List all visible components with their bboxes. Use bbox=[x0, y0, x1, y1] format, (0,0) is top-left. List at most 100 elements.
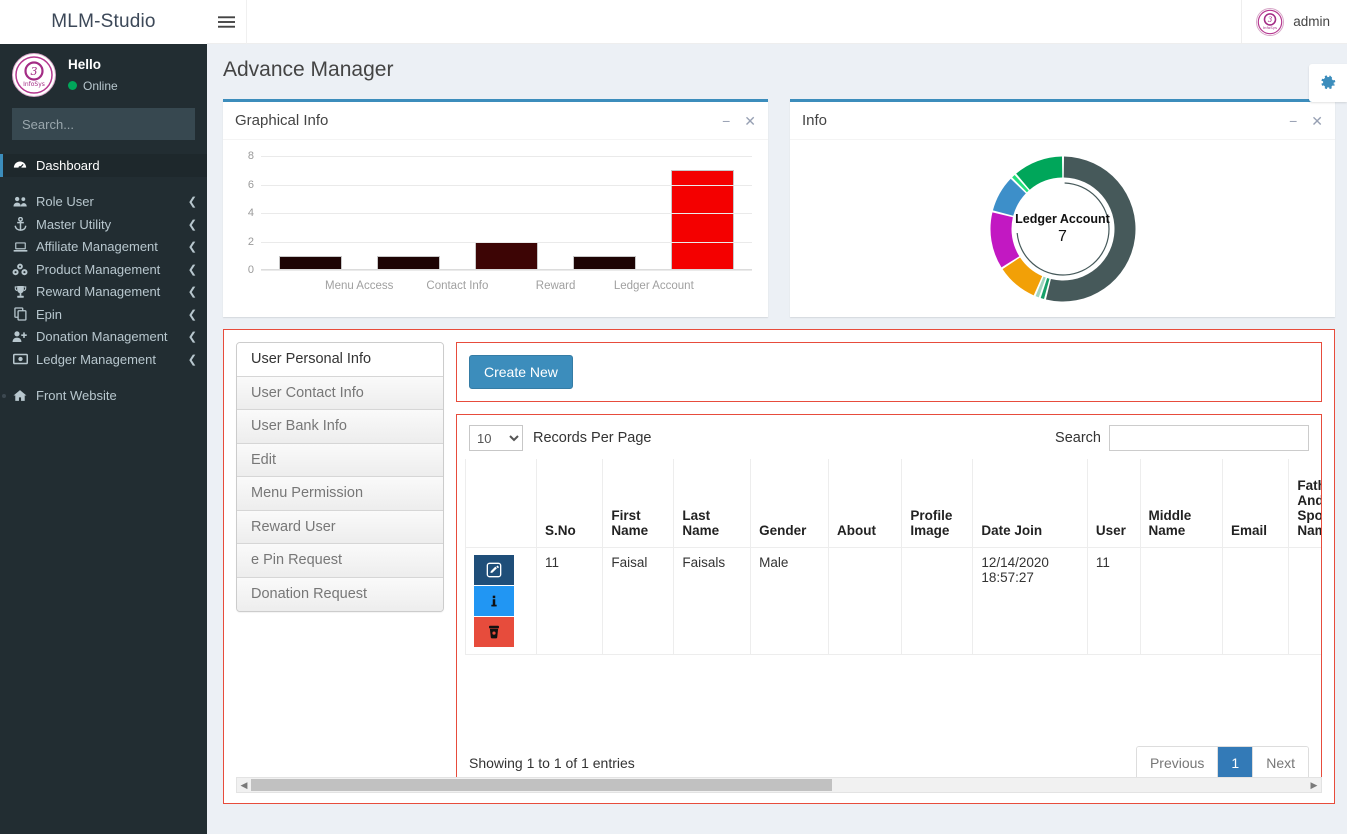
records-per-page-select[interactable]: 102550100 bbox=[469, 425, 523, 451]
bar[interactable] bbox=[573, 255, 637, 270]
tab-reward-user[interactable]: Reward User bbox=[237, 510, 443, 544]
sidebar-nav: Dashboard Role User ❮ Master Utility ❮ A… bbox=[0, 154, 207, 407]
page-title: Advance Manager bbox=[223, 58, 394, 81]
table-cell-about bbox=[828, 546, 903, 655]
tab-e-pin-request[interactable]: e Pin Request bbox=[237, 544, 443, 578]
collapse-icon[interactable]: − bbox=[722, 114, 730, 128]
table-cell-profile-image bbox=[901, 546, 974, 655]
tab-donation-request[interactable]: Donation Request bbox=[237, 577, 443, 611]
donut-inner-ring bbox=[1016, 182, 1110, 276]
tab-user-contact-info[interactable]: User Contact Info bbox=[237, 376, 443, 410]
scroll-right-arrow-icon[interactable]: ▶ bbox=[1307, 780, 1321, 791]
panel-tools: − ✕ bbox=[1289, 114, 1323, 128]
brand-logo[interactable]: MLM-Studio bbox=[0, 0, 207, 44]
user-status-label: Online bbox=[83, 78, 118, 93]
scrollbar-thumb[interactable] bbox=[251, 779, 832, 791]
sidebar-user-text: Hello Online bbox=[68, 56, 118, 93]
sidebar-item-product-management[interactable]: Product Management ❮ bbox=[0, 258, 207, 281]
column-header[interactable]: Father And Spouse Name bbox=[1288, 459, 1321, 548]
column-header[interactable]: About bbox=[828, 459, 903, 548]
avatar: 3 InfoSys bbox=[1256, 7, 1285, 36]
table-cell-date-join: 12/14/2020 18:57:27 bbox=[972, 546, 1088, 655]
gear-icon[interactable] bbox=[1309, 64, 1347, 102]
table-cell-gender: Male bbox=[750, 546, 830, 655]
datatable-body: 11 Faisal Faisals Male 12/14/2020 18:57:27 11 bbox=[465, 546, 1321, 655]
hamburger-icon[interactable] bbox=[207, 0, 247, 44]
bar[interactable] bbox=[278, 255, 342, 270]
tab-user-bank-info[interactable]: User Bank Info bbox=[237, 410, 443, 444]
donut-segment[interactable] bbox=[1045, 156, 1135, 302]
horizontal-scrollbar[interactable]: ◀ ▶ bbox=[236, 777, 1322, 793]
y-axis-tick-label: 2 bbox=[247, 235, 254, 248]
sidebar-item-ledger-management[interactable]: Ledger Management ❮ bbox=[0, 348, 207, 371]
bar-chart-plot: 0 2 4 6 8 bbox=[248, 150, 752, 276]
online-dot-icon bbox=[68, 81, 77, 91]
scrollbar-track[interactable] bbox=[251, 778, 1307, 792]
brand-title: MLM-Studio bbox=[51, 11, 156, 32]
sidebar-search-input[interactable] bbox=[13, 116, 207, 132]
create-panel: Create New bbox=[456, 342, 1322, 402]
y-axis-tick-label: 6 bbox=[247, 178, 254, 191]
create-new-button[interactable]: Create New bbox=[469, 355, 573, 389]
app-root: MLM-Studio 3 InfoSys Hello Online Search… bbox=[0, 0, 1347, 834]
panel-title: Graphical Info bbox=[235, 112, 329, 129]
bar[interactable] bbox=[376, 255, 440, 270]
column-header[interactable]: First Name bbox=[602, 459, 675, 548]
tab-menu-permission[interactable]: Menu Permission bbox=[237, 477, 443, 511]
delete-button[interactable] bbox=[474, 616, 514, 647]
column-header[interactable]: User bbox=[1086, 459, 1141, 548]
column-header[interactable]: Last Name bbox=[673, 459, 752, 548]
column-header[interactable]: Middle Name bbox=[1139, 459, 1223, 548]
sidebar-item-front-website[interactable]: Front Website bbox=[0, 385, 207, 408]
topbar: 3 InfoSys admin bbox=[207, 0, 1347, 44]
user-greeting: Hello bbox=[68, 57, 102, 73]
dashboard-widgets-row: Graphical Info − ✕ 0 2 4 6 8 Menu Access Cont… bbox=[207, 82, 1347, 317]
row-actions-cell bbox=[465, 546, 537, 655]
scroll-left-arrow-icon[interactable]: ◀ bbox=[237, 780, 251, 791]
info-button[interactable] bbox=[474, 585, 514, 616]
datatable-panel: 102550100 Records Per Page Search S.NoFi… bbox=[456, 414, 1322, 791]
search-input[interactable] bbox=[1109, 425, 1309, 451]
donut-chart-svg bbox=[990, 156, 1135, 302]
chevron-left-icon: ❮ bbox=[187, 286, 197, 299]
chevron-left-icon: ❮ bbox=[187, 353, 197, 366]
pagination-next[interactable]: Next bbox=[1253, 747, 1308, 779]
sidebar-item-reward-management[interactable]: Reward Management ❮ bbox=[0, 281, 207, 304]
sidebar-user-panel: 3 InfoSys Hello Online bbox=[0, 44, 207, 106]
table-cell-father-and-spouse-name bbox=[1288, 546, 1321, 655]
column-header[interactable]: Email bbox=[1221, 459, 1290, 548]
column-header[interactable] bbox=[465, 459, 537, 548]
edit-button[interactable] bbox=[474, 554, 514, 585]
sidebar-item-donation-management[interactable]: Donation Management ❮ bbox=[0, 326, 207, 349]
avatar: 3 InfoSys bbox=[12, 53, 56, 97]
username-label: admin bbox=[1293, 14, 1330, 29]
donut-segment[interactable] bbox=[1002, 257, 1042, 296]
sidebar-item-master-utility[interactable]: Master Utility ❮ bbox=[0, 213, 207, 236]
bar-chart: 0 2 4 6 8 Menu Access Contact Info Reward Ledge… bbox=[233, 148, 758, 308]
chevron-left-icon: ❮ bbox=[187, 331, 197, 344]
tabs-column: User Personal Info User Contact Info User … bbox=[236, 342, 444, 791]
bar[interactable] bbox=[475, 241, 538, 270]
pagination-page-1[interactable]: 1 bbox=[1218, 747, 1254, 779]
close-icon[interactable]: ✕ bbox=[744, 114, 756, 128]
sidebar-item-label: Role User bbox=[36, 194, 94, 210]
donut-segment[interactable] bbox=[990, 212, 1019, 268]
sidebar-item-dashboard[interactable]: Dashboard bbox=[0, 154, 207, 177]
column-header[interactable]: Date Join bbox=[972, 459, 1088, 548]
datatable-search: Search bbox=[1055, 425, 1309, 451]
tab-user-personal-info[interactable]: User Personal Info bbox=[237, 343, 443, 377]
column-header[interactable]: S.No bbox=[535, 459, 604, 548]
table-cell-user: 11 bbox=[1086, 546, 1141, 655]
sidebar-item-epin[interactable]: Epin ❮ bbox=[0, 303, 207, 326]
collapse-icon[interactable]: − bbox=[1289, 114, 1297, 128]
svg-text:InfoSys: InfoSys bbox=[1263, 25, 1277, 30]
sidebar-item-affiliate-management[interactable]: Affiliate Management ❮ bbox=[0, 236, 207, 259]
tab-edit[interactable]: Edit bbox=[237, 443, 443, 477]
close-icon[interactable]: ✕ bbox=[1311, 114, 1323, 128]
column-header[interactable]: Profile Image bbox=[901, 459, 974, 548]
user-menu[interactable]: 3 InfoSys admin bbox=[1241, 0, 1347, 44]
pagination-previous[interactable]: Previous bbox=[1136, 747, 1219, 779]
column-header[interactable]: Gender bbox=[750, 459, 830, 548]
sidebar-item-role-user[interactable]: Role User ❮ bbox=[0, 191, 207, 214]
panel-tools: − ✕ bbox=[722, 114, 756, 128]
